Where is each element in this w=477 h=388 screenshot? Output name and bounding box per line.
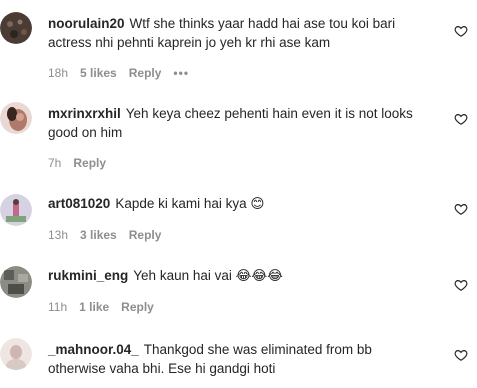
comment-body: noorulain20 Wtf she thinks yaar hadd hai …	[48, 14, 433, 52]
avatar[interactable]	[0, 266, 32, 298]
comment-time[interactable]: 11h	[48, 300, 67, 314]
comment-username[interactable]: art081020	[48, 196, 110, 211]
comment-body: mxrinxrxhil Yeh keya cheez pehenti hain e…	[48, 104, 433, 142]
comment-username[interactable]: mxrinxrxhil	[48, 106, 121, 121]
reply-button[interactable]: Reply	[73, 156, 106, 170]
comment-username[interactable]: _mahnoor.04_	[48, 342, 139, 357]
comment-text: Yeh kaun hai vai 😂😂😂	[133, 268, 283, 283]
comment-time[interactable]: 18h	[48, 66, 68, 80]
comment-meta: 13h 3 likes Reply	[48, 228, 173, 242]
avatar[interactable]	[0, 102, 32, 134]
comment-time[interactable]: 7h	[48, 156, 61, 170]
avatar[interactable]	[0, 338, 32, 370]
comment-item: art081020 Kapde ki kami hai kya 😊 13h 3 l…	[0, 190, 477, 250]
comment-meta: 18h 5 likes Reply •••	[48, 66, 201, 80]
comment-text: Kapde ki kami hai kya 😊	[115, 196, 265, 211]
avatar[interactable]	[0, 12, 32, 44]
reply-button[interactable]: Reply	[129, 66, 162, 80]
comment-likes[interactable]: 1 like	[79, 300, 109, 314]
heart-outline-icon[interactable]	[454, 112, 468, 126]
heart-outline-icon[interactable]	[454, 348, 468, 362]
heart-outline-icon[interactable]	[454, 278, 468, 292]
comment-likes[interactable]: 5 likes	[80, 66, 117, 80]
comment-body: _mahnoor.04_ Thankgod she was eliminated …	[48, 340, 433, 378]
reply-button[interactable]: Reply	[121, 300, 154, 314]
heart-outline-icon[interactable]	[454, 202, 468, 216]
heart-outline-icon[interactable]	[454, 24, 468, 38]
comment-username[interactable]: noorulain20	[48, 16, 125, 31]
avatar[interactable]	[0, 194, 32, 226]
comment-item: _mahnoor.04_ Thankgod she was eliminated …	[0, 336, 477, 388]
comment-body: art081020 Kapde ki kami hai kya 😊	[48, 194, 433, 213]
reply-button[interactable]: Reply	[129, 228, 162, 242]
more-options-icon[interactable]: •••	[173, 66, 189, 80]
comment-meta: 7h Reply	[48, 156, 118, 170]
comment-time[interactable]: 13h	[48, 228, 68, 242]
comment-username[interactable]: rukmini_eng	[48, 268, 128, 283]
comment-body: rukmini_eng Yeh kaun hai vai 😂😂😂	[48, 266, 433, 285]
comment-likes[interactable]: 3 likes	[80, 228, 117, 242]
comment-item: mxrinxrxhil Yeh keya cheez pehenti hain e…	[0, 100, 477, 180]
comment-item: rukmini_eng Yeh kaun hai vai 😂😂😂 11h 1 li…	[0, 262, 477, 322]
comment-item: noorulain20 Wtf she thinks yaar hadd hai …	[0, 10, 477, 90]
comment-meta: 11h 1 like Reply	[48, 300, 166, 314]
